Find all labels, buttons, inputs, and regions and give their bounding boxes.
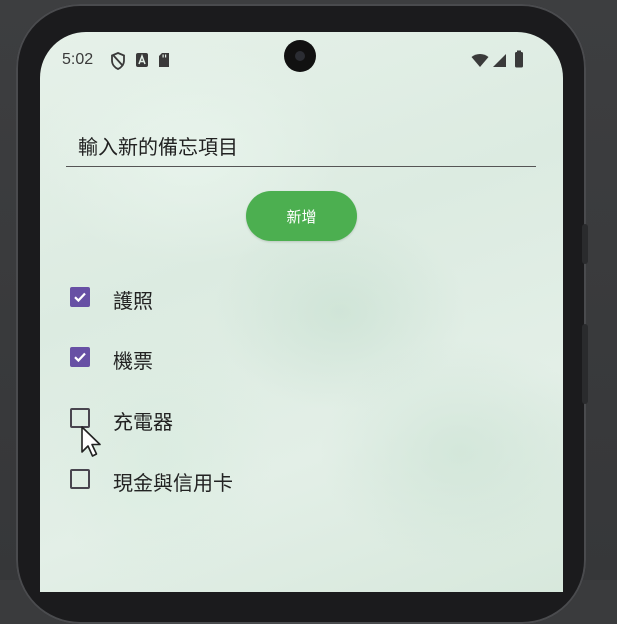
sd-card-icon — [158, 52, 170, 72]
volume-button — [582, 324, 588, 404]
list-item[interactable]: 充電器 — [68, 405, 368, 435]
shield-icon — [110, 52, 126, 74]
list-item[interactable]: 護照 — [68, 284, 368, 314]
checkbox-checked[interactable] — [70, 287, 90, 307]
mouse-pointer-icon — [81, 426, 101, 457]
checkbox-checked[interactable] — [70, 347, 90, 367]
status-bar: 5:02 — [40, 32, 563, 88]
add-button[interactable]: 新增 — [246, 191, 357, 241]
phone-screen: 5:02 輸入新的備忘項目 新增 護照 機票 充電器 現金與信用卡 — [40, 32, 563, 592]
list-item[interactable]: 現金與信用卡 — [68, 466, 368, 496]
checkbox-unchecked[interactable] — [70, 469, 90, 489]
wifi-icon — [471, 53, 489, 72]
signal-icon — [492, 53, 507, 72]
memo-input[interactable] — [66, 130, 536, 164]
battery-icon — [514, 50, 524, 72]
check-icon — [74, 352, 86, 363]
check-icon — [74, 292, 86, 303]
list-item[interactable]: 機票 — [68, 344, 368, 374]
a-icon — [135, 52, 149, 72]
list-item-label: 護照 — [113, 289, 153, 313]
status-time: 5:02 — [62, 51, 94, 68]
memo-input-container — [66, 130, 536, 167]
list-item-label: 充電器 — [113, 410, 173, 434]
list-item-label: 現金與信用卡 — [113, 471, 233, 495]
list-item-label: 機票 — [113, 349, 153, 373]
power-button — [582, 224, 588, 264]
front-camera — [284, 40, 316, 72]
